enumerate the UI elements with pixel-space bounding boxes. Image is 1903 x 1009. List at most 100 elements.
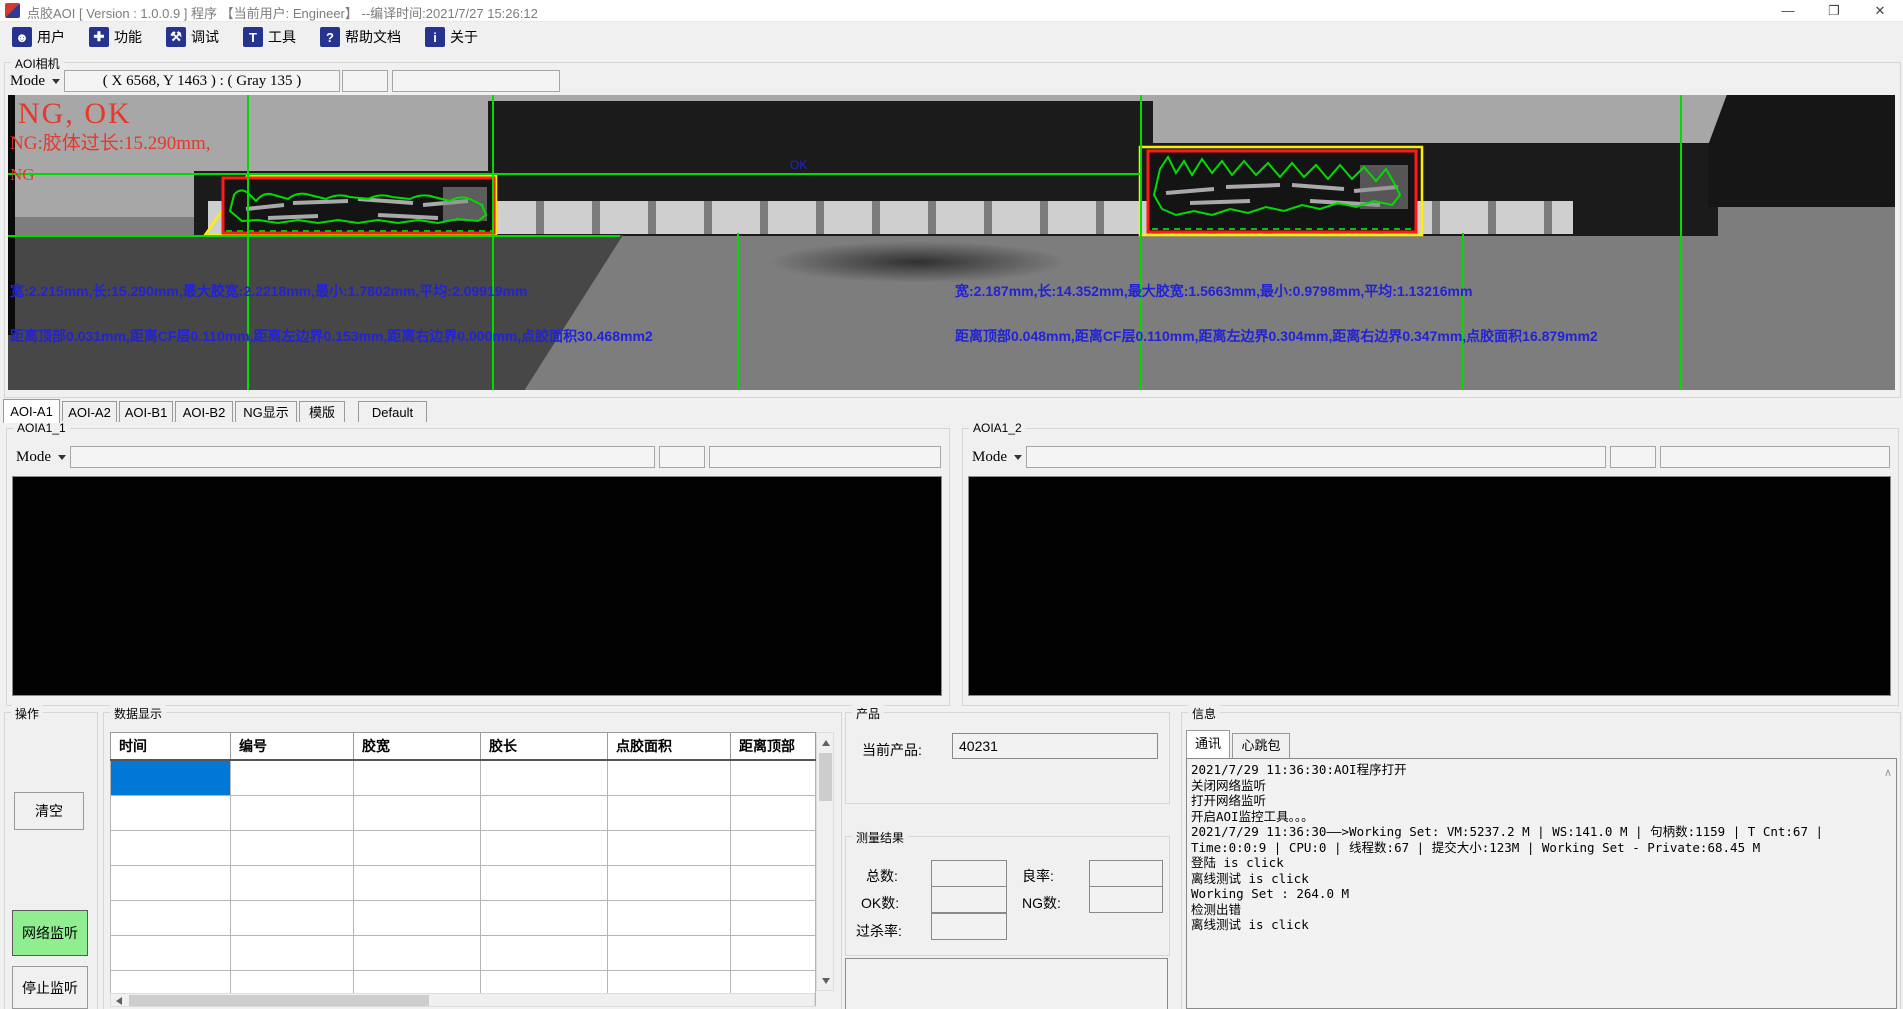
table-cell[interactable] <box>731 760 816 796</box>
tab-default[interactable]: Default <box>358 401 427 422</box>
cam-bg-bottom-left-wedge <box>8 235 623 390</box>
close-button[interactable]: ✕ <box>1858 0 1902 21</box>
table-cell[interactable] <box>608 936 731 971</box>
table-row[interactable] <box>111 796 816 831</box>
table-row[interactable] <box>111 901 816 936</box>
table-cell[interactable] <box>231 796 354 831</box>
panel-right-mode-dropdown[interactable]: Mode <box>972 447 1022 467</box>
log-line: 关闭网络监听 <box>1191 778 1892 794</box>
scrollbar-thumb[interactable] <box>129 995 429 1006</box>
table-cell[interactable] <box>731 936 816 971</box>
table-cell[interactable] <box>731 866 816 901</box>
panel-right-field-2[interactable] <box>1610 446 1656 468</box>
table-cell[interactable] <box>354 831 481 866</box>
clear-button[interactable]: 清空 <box>14 792 84 830</box>
table-cell[interactable] <box>731 901 816 936</box>
panel-right-field-1[interactable] <box>1026 446 1606 468</box>
tab-heartbeat[interactable]: 心跳包 <box>1232 733 1290 758</box>
table-cell[interactable] <box>111 901 231 936</box>
tab-communication[interactable]: 通讯 <box>1186 730 1230 758</box>
log-scroll-up-icon[interactable]: ∧ <box>1884 766 1892 779</box>
panel-right-image[interactable] <box>968 476 1891 696</box>
communication-log[interactable]: 2021/7/29 11:36:30:AOI程序打开 关闭网络监听 打开网络监听… <box>1186 758 1897 1009</box>
table-cell[interactable] <box>231 760 354 796</box>
table-cell[interactable] <box>731 831 816 866</box>
scroll-left-icon[interactable] <box>116 997 122 1005</box>
table-cell[interactable] <box>111 760 231 796</box>
toolbar-button-function[interactable]: ✚ 功能 <box>85 25 146 49</box>
table-cell[interactable] <box>608 866 731 901</box>
camera-image[interactable]: NG, OK NG:胶体过长:15.290mm, NG OK 宽:2.215mm… <box>8 95 1895 390</box>
table-vertical-scrollbar[interactable] <box>816 732 834 991</box>
panel-left-field-1[interactable] <box>70 446 655 468</box>
table-cell[interactable] <box>231 901 354 936</box>
table-horizontal-scrollbar[interactable] <box>110 993 815 1007</box>
toolbar-button-about[interactable]: i 关于 <box>421 25 482 49</box>
maximize-button[interactable]: ❐ <box>1812 0 1856 21</box>
table-cell[interactable] <box>111 831 231 866</box>
table-cell[interactable] <box>111 866 231 901</box>
table-cell[interactable] <box>111 936 231 971</box>
table-row[interactable] <box>111 936 816 971</box>
column-header-id[interactable]: 编号 <box>231 733 354 761</box>
panel-right-field-3[interactable] <box>1660 446 1890 468</box>
scrollbar-thumb[interactable] <box>819 753 832 801</box>
stop-listen-button[interactable]: 停止监听 <box>12 966 88 1009</box>
toolbar-button-debug[interactable]: ⚒ 调试 <box>162 25 223 49</box>
camera-mode-field-small[interactable] <box>342 70 388 92</box>
table-row[interactable] <box>111 760 816 796</box>
scroll-down-icon[interactable] <box>822 978 830 984</box>
tab-template[interactable]: 模版 <box>299 401 345 422</box>
table-cell[interactable] <box>481 831 608 866</box>
table-cell[interactable] <box>481 901 608 936</box>
table-cell[interactable] <box>481 936 608 971</box>
panel-left-image[interactable] <box>12 476 942 696</box>
table-cell[interactable] <box>354 866 481 901</box>
camera-mode-field-wide[interactable] <box>392 70 560 92</box>
table-cell[interactable] <box>481 796 608 831</box>
panel-left-field-2[interactable] <box>659 446 705 468</box>
tab-aoi-a2[interactable]: AOI-A2 <box>62 401 117 422</box>
table-cell[interactable] <box>354 760 481 796</box>
table-cell[interactable] <box>608 760 731 796</box>
left-stats-line1: 宽:2.215mm,长:15.290mm,最大胶宽:2.2218mm,最小:1.… <box>10 281 527 301</box>
column-header-glue-width[interactable]: 胶宽 <box>354 733 481 761</box>
column-header-time[interactable]: 时间 <box>111 733 231 761</box>
log-line: 开启AOI监控工具。。。 <box>1191 809 1892 825</box>
panel-left-mode-dropdown[interactable]: Mode <box>16 447 66 467</box>
table-cell[interactable] <box>354 936 481 971</box>
network-listen-button[interactable]: 网络监听 <box>12 910 88 956</box>
left-stats-line2: 距离顶部0.031mm,距离CF层0.110mm,距离左边界0.153mm,距离… <box>10 326 653 346</box>
tab-aoi-a1[interactable]: AOI-A1 <box>3 399 60 423</box>
toolbar-button-user[interactable]: ☻ 用户 <box>8 25 69 49</box>
table-cell[interactable] <box>481 760 608 796</box>
camera-mode-dropdown[interactable]: Mode <box>10 71 60 91</box>
table-row[interactable] <box>111 866 816 901</box>
toolbar-button-help[interactable]: ? 帮助文档 <box>316 25 405 49</box>
table-cell[interactable] <box>608 796 731 831</box>
aoi-panel-left-label: AOIA1_1 <box>13 421 70 435</box>
table-cell[interactable] <box>111 796 231 831</box>
minimize-button[interactable]: — <box>1766 0 1810 21</box>
tab-aoi-b2[interactable]: AOI-B2 <box>175 401 233 422</box>
column-header-top-distance[interactable]: 距离顶部 <box>731 733 816 761</box>
table-cell[interactable] <box>354 796 481 831</box>
tab-aoi-b1[interactable]: AOI-B1 <box>119 401 173 422</box>
table-cell[interactable] <box>608 831 731 866</box>
tab-ng-display[interactable]: NG显示 <box>235 401 297 422</box>
toolbar-label: 用户 <box>37 27 65 47</box>
table-cell[interactable] <box>731 796 816 831</box>
toolbar-button-tools[interactable]: T 工具 <box>239 25 300 49</box>
panel-left-field-3[interactable] <box>709 446 941 468</box>
scroll-up-icon[interactable] <box>822 740 830 746</box>
table-cell[interactable] <box>231 831 354 866</box>
table-cell[interactable] <box>481 866 608 901</box>
column-header-glue-area[interactable]: 点胶面积 <box>608 733 731 761</box>
table-cell[interactable] <box>608 901 731 936</box>
table-cell[interactable] <box>354 901 481 936</box>
table-cell[interactable] <box>231 936 354 971</box>
table-row[interactable] <box>111 831 816 866</box>
table-cell[interactable] <box>231 866 354 901</box>
current-product-input[interactable] <box>952 733 1158 759</box>
column-header-glue-length[interactable]: 胶长 <box>481 733 608 761</box>
